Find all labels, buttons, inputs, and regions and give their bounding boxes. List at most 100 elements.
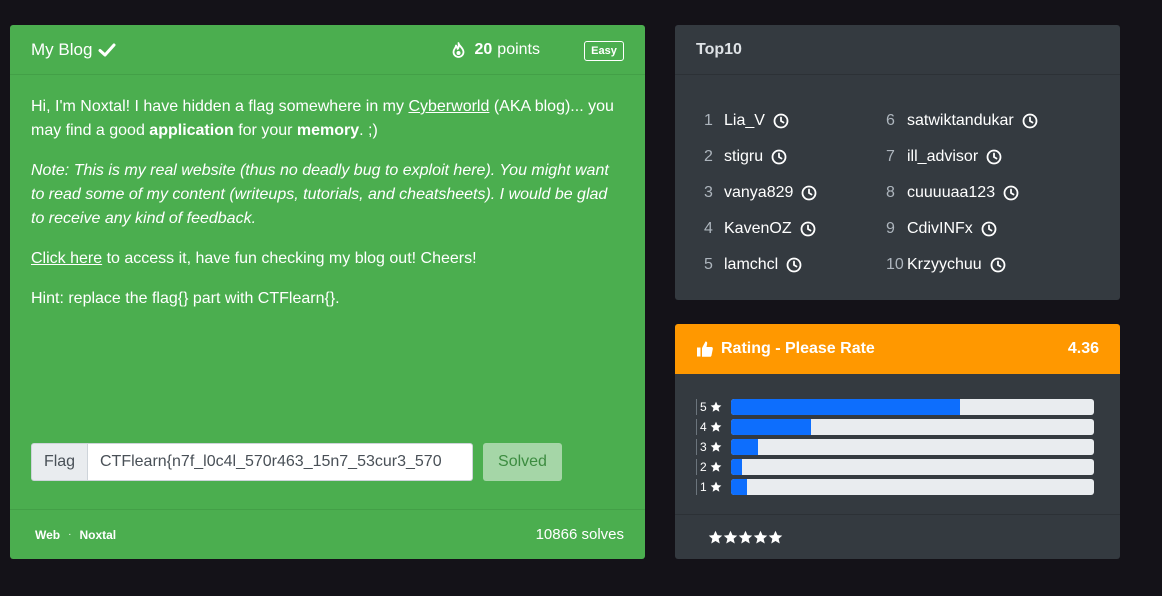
rating-stars-count: 2 [700,460,707,474]
top10-user-link[interactable]: lamchcl [724,256,778,274]
clock-icon [990,257,1006,273]
top10-rank: 5 [704,256,713,273]
click-here-link[interactable]: Click here [31,250,102,267]
points-label: points [497,41,540,58]
top10-rank: 7 [886,148,895,165]
rating-stars-count: 1 [700,480,707,494]
top10-item: 3 vanya829 [704,175,817,211]
top10-card: Top10 1 Lia_V 2 stigru 3 vanya829 4 KavenOZ … [675,25,1120,300]
rating-stars-count: 3 [700,440,707,454]
top10-item: 6 satwiktandukar [886,103,1038,139]
top10-user-link[interactable]: Lia_V [724,112,765,130]
top10-user-link[interactable]: KavenOZ [724,220,792,238]
note-paragraph: Note: This is my real website (thus no d… [31,159,624,231]
rating-bar-label: 5 [696,399,731,415]
rating-bar-fill [731,399,960,415]
solves-count: 10866 solves [535,526,624,543]
description-bold: memory [296,122,360,139]
description-paragraph: Hi, I'm Noxtal! I have hidden a flag som… [31,95,624,143]
top10-item: 4 KavenOZ [704,211,817,247]
hint-paragraph: Hint: replace the flag{} part with CTFle… [31,290,340,307]
cyberworld-link[interactable]: Cyberworld [408,98,489,115]
top10-user-link[interactable]: Krzyychuu [907,256,982,274]
top10-rank: 4 [704,220,713,237]
rating-bar-track [731,399,1094,415]
points-display: 20 points [451,25,540,75]
star-icon [710,481,722,493]
challenge-footer: Web · Noxtal 10866 solves [10,509,645,559]
category-tag[interactable]: Web [35,528,60,542]
flag-input[interactable] [88,443,473,481]
description-text: for your [233,122,297,139]
top10-user-link[interactable]: cuuuuaa123 [907,184,995,202]
separator-dot: · [68,529,72,540]
rating-bar-track [731,439,1094,455]
rating-bar-row: 1 [696,477,1094,497]
top10-user-link[interactable]: ill_advisor [907,148,978,166]
rating-bar-fill [731,419,811,435]
clock-icon [981,221,997,237]
top10-rank: 1 [704,112,713,129]
top10-item: 2 stigru [704,139,817,175]
top10-column-left: 1 Lia_V 2 stigru 3 vanya829 4 KavenOZ 5 lamch… [704,103,817,283]
rating-bar-fill [731,479,748,495]
top10-rank: 6 [886,112,895,129]
thumbs-up-icon [696,340,714,358]
rating-bar-fill [731,459,742,475]
rating-bar-row: 2 [696,457,1094,477]
top10-item: 8 cuuuuaa123 [886,175,1038,211]
note-text: Note: This is my real website (thus no d… [31,162,609,227]
rating-bar-label: 1 [696,479,731,495]
rating-score: 4.36 [1067,340,1099,357]
top10-item: 9 CdivINFx [886,211,1038,247]
rate-star-icon[interactable] [768,530,783,545]
rating-bar-row: 5 [696,397,1094,417]
rating-stars-count: 4 [700,420,707,434]
description-bold: application [149,122,234,139]
flame-icon [451,42,466,58]
flag-form: Flag Solved [31,443,562,481]
access-paragraph: Click here to access it, have fun checki… [31,247,624,271]
challenge-description: Hi, I'm Noxtal! I have hidden a flag som… [10,75,645,311]
clock-icon [1003,185,1019,201]
description-text: . ;) [359,122,378,139]
star-icon [710,441,722,453]
clock-icon [773,113,789,129]
solved-button[interactable]: Solved [483,443,562,481]
clock-icon [801,185,817,201]
flag-label: Flag [31,443,88,481]
top10-item: 5 lamchcl [704,247,817,283]
rating-bar-track [731,419,1094,435]
rating-bar-label: 3 [696,439,731,455]
star-icon [710,461,722,473]
top10-rank: 10 [886,256,904,273]
rate-star-icon[interactable] [708,530,723,545]
rating-header: Rating - Please Rate 4.36 [675,324,1120,374]
description-text: Hi, I'm Noxtal! I have hidden a flag som… [31,98,409,115]
rating-title: Rating - Please Rate [721,340,875,357]
rate-star-icon[interactable] [753,530,768,545]
author-tag[interactable]: Noxtal [79,528,116,542]
top10-user-link[interactable]: CdivINFx [907,220,973,238]
clock-icon [986,149,1002,165]
top10-user-link[interactable]: vanya829 [724,184,793,202]
access-text: to access it, have fun checking my blog … [102,250,477,267]
challenge-card: My Blog 20 points Easy Hi, I'm Noxtal! I… [10,25,645,559]
star-icon [710,401,722,413]
top10-column-right: 6 satwiktandukar 7 ill_advisor 8 cuuuuaa123… [886,103,1038,283]
top10-item: 7 ill_advisor [886,139,1038,175]
top10-item: 1 Lia_V [704,103,817,139]
points-value: 20 [474,41,493,58]
rating-bar-track [731,459,1094,475]
rate-star-icon[interactable] [738,530,753,545]
top10-rank: 9 [886,220,895,237]
top10-rank: 8 [886,184,895,201]
challenge-header: My Blog 20 points Easy [10,25,645,75]
top10-user-link[interactable]: satwiktandukar [907,112,1014,130]
check-icon [98,41,116,59]
top10-title: Top10 [675,25,1120,75]
difficulty-badge: Easy [584,41,624,61]
top10-user-link[interactable]: stigru [724,148,763,166]
clock-icon [771,149,787,165]
rate-star-icon[interactable] [723,530,738,545]
